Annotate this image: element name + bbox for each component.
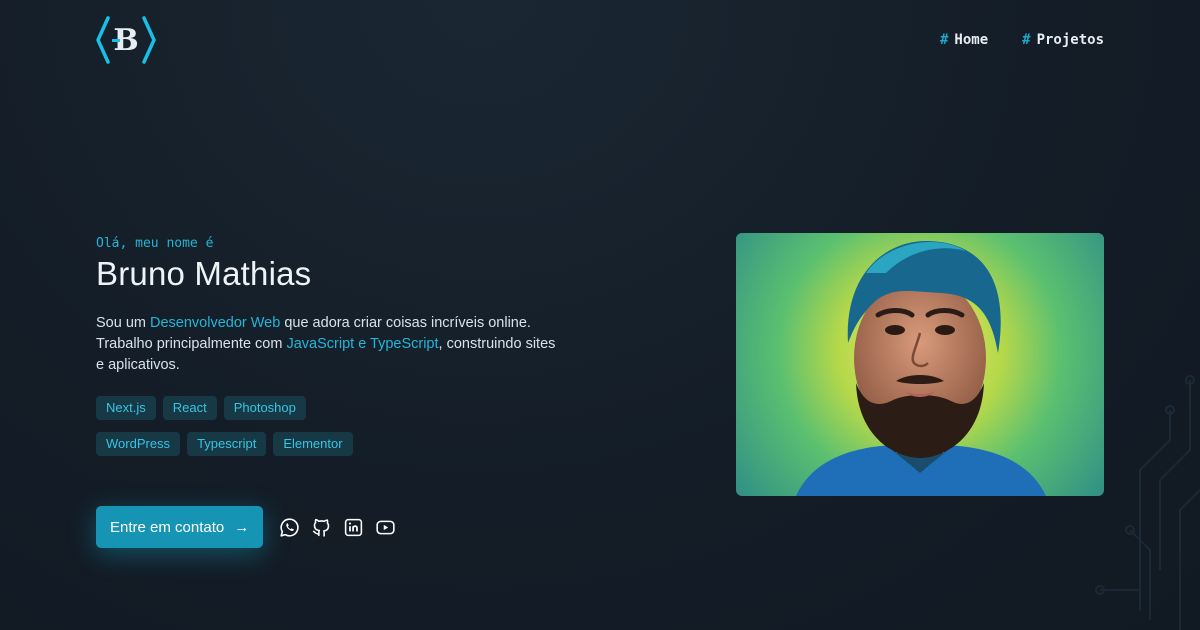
nav-home-label: Home: [954, 32, 989, 48]
nav-projetos-label: Projetos: [1036, 32, 1104, 48]
hero-intro: Olá, meu nome é Bruno Mathias Sou um Des…: [96, 236, 566, 456]
tag-react: React: [162, 396, 217, 420]
profile-portrait-illustration: [796, 241, 1046, 496]
arrow-right-icon: →: [234, 518, 250, 536]
tag-nextjs: Next.js: [96, 396, 156, 420]
site-header: B # Home # Projetos: [96, 14, 1104, 66]
logo[interactable]: B: [96, 14, 156, 66]
nav-home[interactable]: # Home: [940, 32, 988, 48]
tag-wordpress: WordPress: [96, 432, 181, 456]
contact-button[interactable]: Entre em contato →: [96, 506, 264, 548]
social-links: [279, 517, 396, 538]
bio-highlight-role: Desenvolvedor Web: [150, 315, 281, 331]
linkedin-icon[interactable]: [343, 517, 364, 538]
profile-photo: [736, 233, 1104, 496]
nav-home-hash: #: [939, 32, 949, 48]
bio-text-1: Sou um: [96, 315, 150, 331]
nav-projetos[interactable]: # Projetos: [1022, 32, 1104, 48]
nav-projetos-hash: #: [1022, 32, 1031, 48]
tag-elementor: Elementor: [273, 432, 353, 456]
whatsapp-icon[interactable]: [279, 517, 300, 538]
bio-highlight-languages: JavaScript e TypeScript: [286, 336, 439, 352]
skill-tags: Next.js React Photoshop WordPress Typesc…: [96, 396, 396, 456]
youtube-icon[interactable]: [375, 517, 396, 538]
contact-button-label: Entre em contato: [110, 518, 225, 536]
github-icon[interactable]: [311, 517, 332, 538]
tag-typescript: Typescript: [187, 432, 267, 456]
page-title: Bruno Mathias: [96, 255, 312, 292]
tag-photoshop: Photoshop: [223, 396, 306, 420]
bio: Sou um Desenvolvedor Web que adora criar…: [96, 313, 566, 376]
hero-actions: Entre em contato →: [96, 506, 396, 548]
greeting: Olá, meu nome é: [96, 236, 214, 251]
main-nav: # Home # Projetos: [940, 32, 1104, 48]
